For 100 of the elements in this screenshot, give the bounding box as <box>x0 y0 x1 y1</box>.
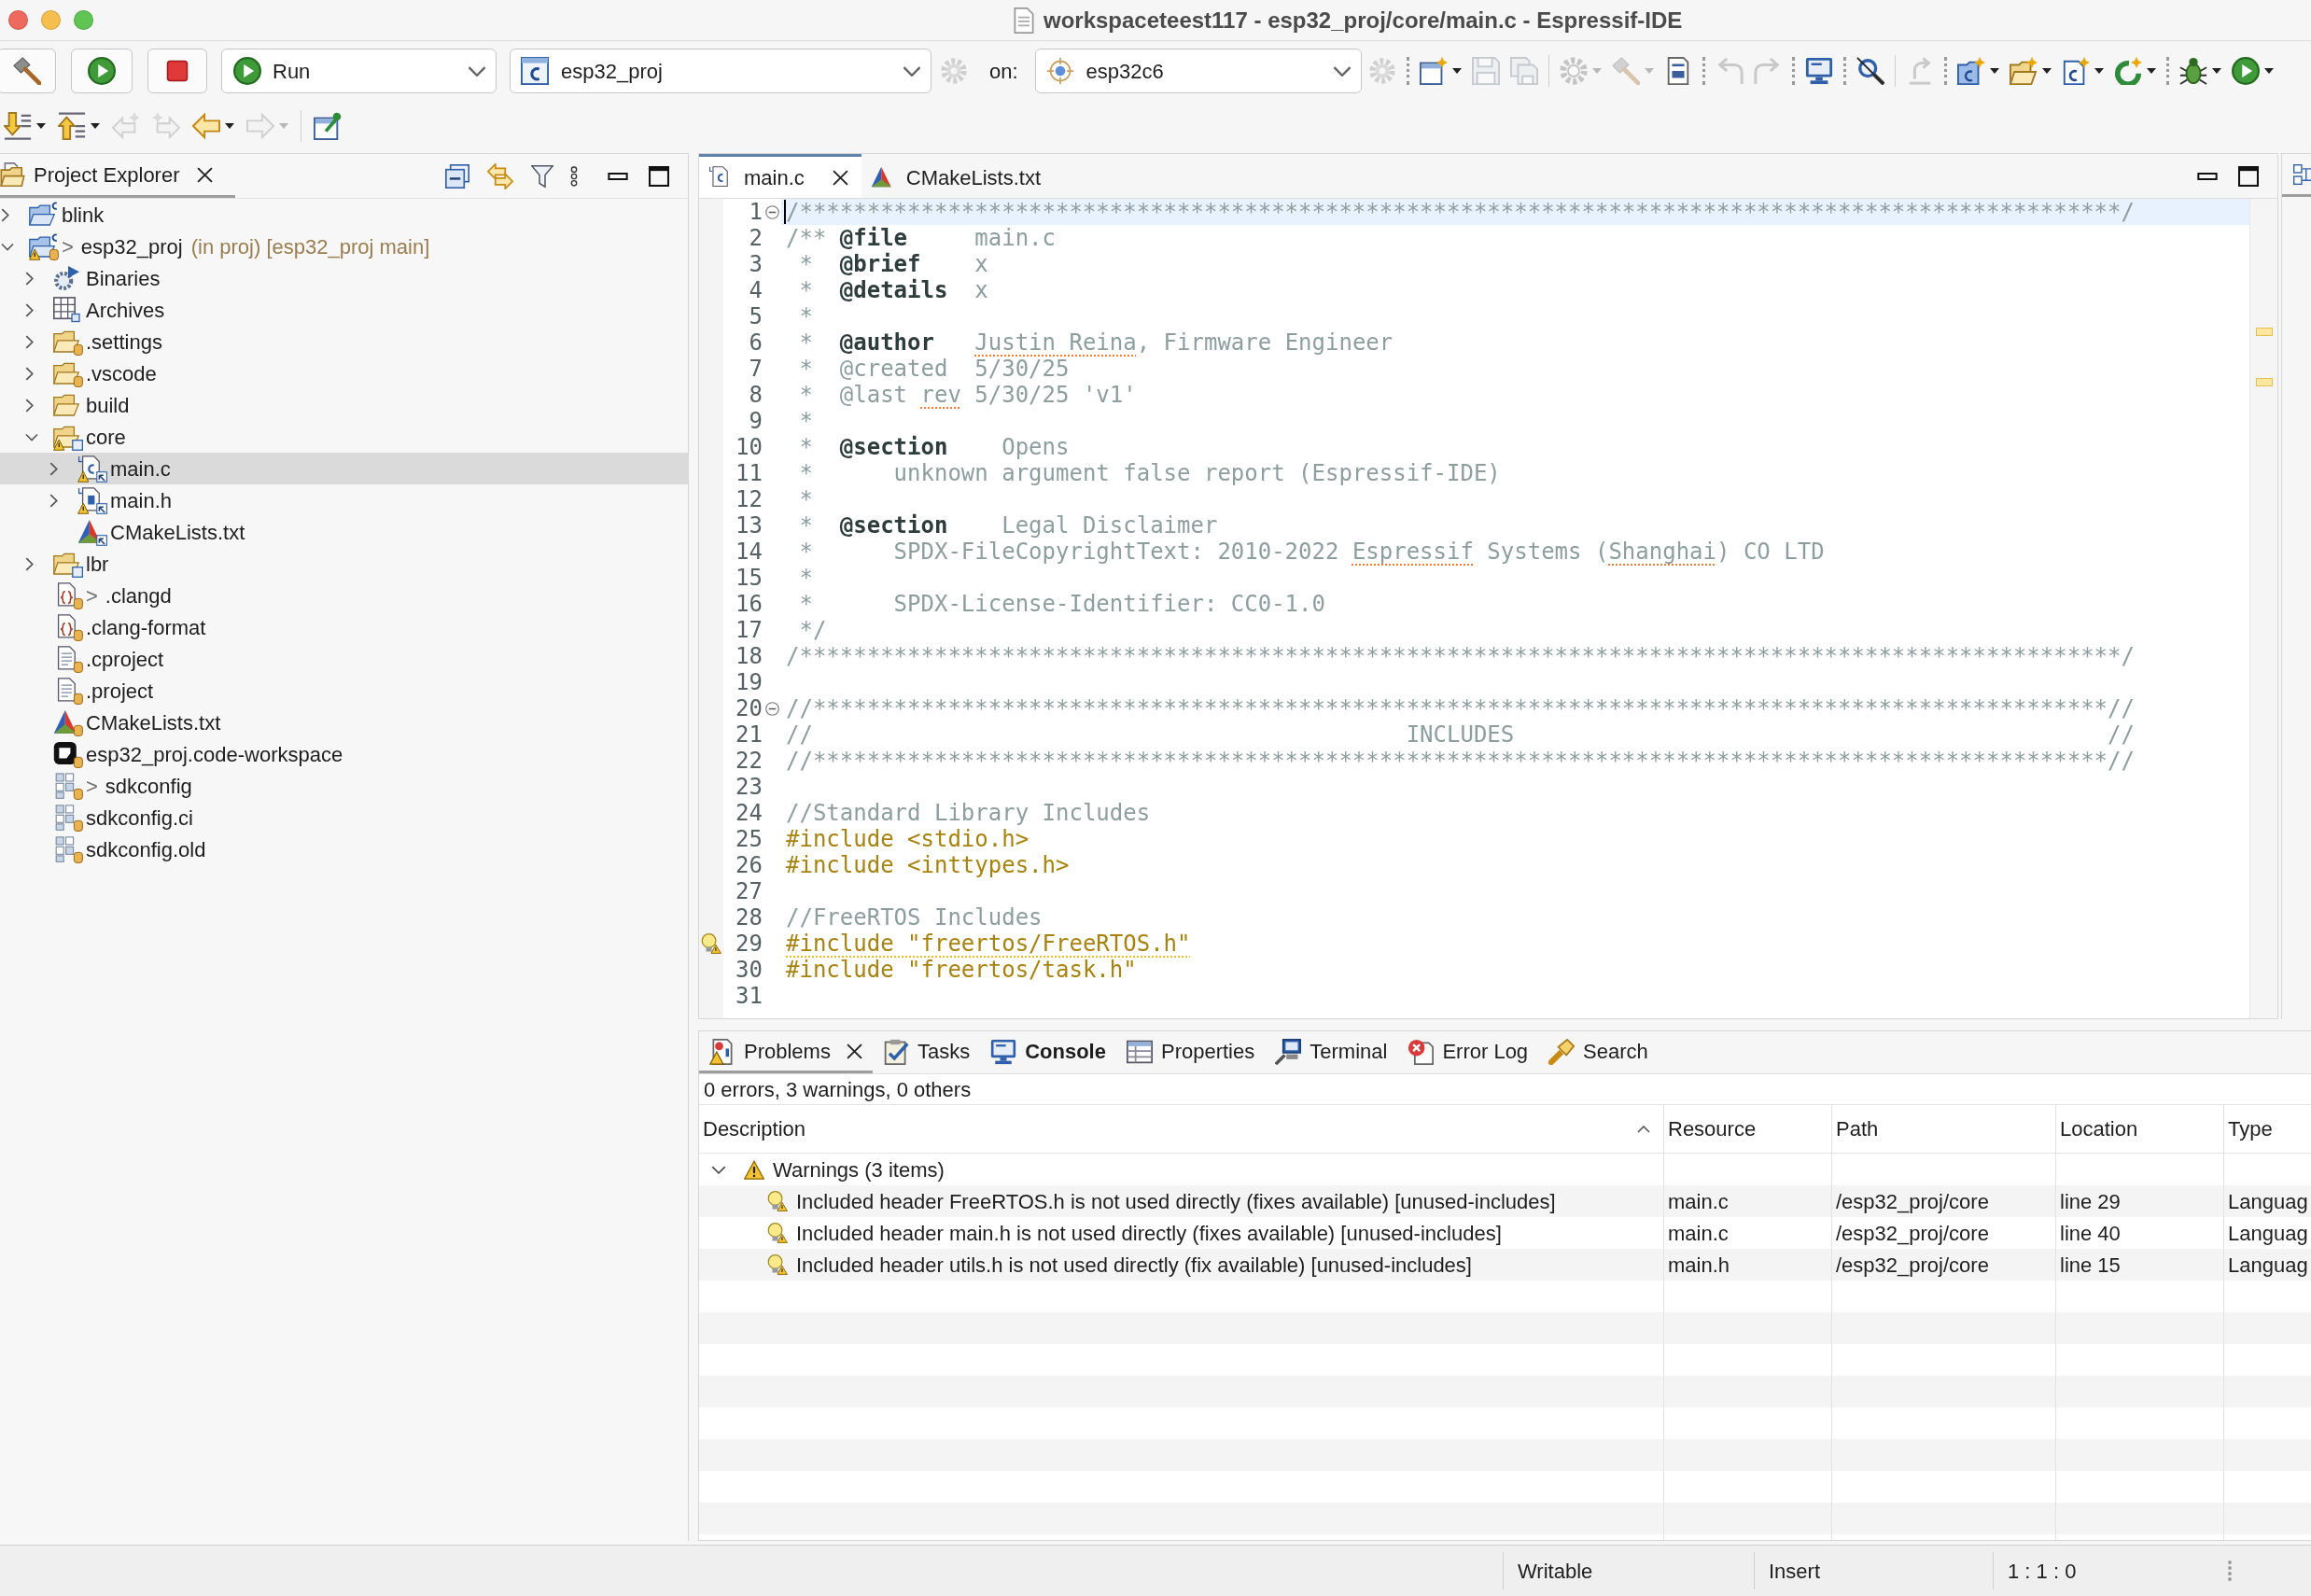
tree-item[interactable]: esp32_proj.code-workspace <box>0 738 347 770</box>
close-icon[interactable] <box>832 169 848 186</box>
tree-item[interactable]: CMakeLists.txt <box>0 516 249 548</box>
project-folder-icon[interactable] <box>1956 57 1985 85</box>
tree-item[interactable]: .project <box>0 675 158 707</box>
tab[interactable]: Error Log <box>1397 1032 1539 1073</box>
stop-button[interactable] <box>147 49 207 93</box>
arrow-left-icon[interactable] <box>192 112 220 140</box>
view-tab[interactable]: Project Explorer <box>0 154 235 198</box>
caret-down-icon[interactable] <box>1989 68 1999 74</box>
chevron-right-icon[interactable] <box>25 366 34 381</box>
column-header[interactable]: Type <box>2224 1105 2311 1153</box>
chevron-up-icon[interactable] <box>1637 1125 1650 1133</box>
tree-item[interactable]: Archives <box>0 294 169 326</box>
caret-down-icon[interactable] <box>1451 68 1462 74</box>
minimize-icon[interactable] <box>608 172 628 180</box>
filter-icon[interactable] <box>531 163 553 189</box>
outline-icon[interactable] <box>2293 162 2311 186</box>
maximize-icon[interactable] <box>2238 165 2259 187</box>
tree-item[interactable]: sdkconfig.old <box>0 833 210 865</box>
new-window-icon[interactable] <box>1419 57 1448 85</box>
caret-down-icon[interactable] <box>2041 68 2052 74</box>
chevron-right-icon[interactable] <box>25 556 34 571</box>
tab[interactable]: Tasks <box>872 1032 981 1073</box>
tab[interactable]: CMakeLists.txt <box>861 154 1055 198</box>
circular-arrow-icon[interactable] <box>2113 57 2142 85</box>
tree-item[interactable]: .settings <box>0 326 166 357</box>
column-header[interactable]: Description <box>699 1105 1664 1153</box>
arrow-down-icon[interactable] <box>4 112 32 140</box>
minus-circle-icon[interactable] <box>764 204 779 219</box>
caret-down-icon[interactable] <box>2146 68 2156 74</box>
tree-item[interactable]: sdkconfig.ci <box>0 802 197 833</box>
chevron-down-icon[interactable] <box>25 432 38 441</box>
tab[interactable]: main.c <box>699 154 861 198</box>
code-line: * @last rev 5/30/25 'v1' <box>798 382 1137 408</box>
pin-icon[interactable] <box>314 112 342 140</box>
chevron-right-icon[interactable] <box>25 302 34 317</box>
chevron-down-icon[interactable] <box>711 1165 726 1174</box>
tree-item[interactable]: core <box>0 421 130 453</box>
caret-down-icon[interactable] <box>91 123 100 129</box>
caret-down-icon[interactable] <box>2094 68 2104 74</box>
line-number: 16 <box>735 591 763 617</box>
folder-icon[interactable] <box>2009 57 2038 85</box>
chevron-right-icon[interactable] <box>25 334 34 349</box>
collapse-all-icon[interactable] <box>445 163 469 189</box>
caret-down-icon[interactable] <box>2211 68 2221 74</box>
bug-icon[interactable] <box>2178 57 2207 85</box>
c-file-icon[interactable] <box>2061 57 2090 85</box>
menu-icon[interactable] <box>570 165 578 187</box>
caret-down-icon[interactable] <box>2263 68 2274 74</box>
chevron-down-icon[interactable] <box>1 242 14 251</box>
tree-item[interactable]: .clang-format <box>0 611 210 643</box>
chevron-right-icon[interactable] <box>25 271 34 286</box>
arrow-up-icon[interactable] <box>58 112 86 140</box>
tab[interactable]: Problems <box>699 1032 873 1073</box>
monitor-icon[interactable] <box>1804 57 1833 85</box>
tab[interactable]: Properties <box>1115 1032 1266 1073</box>
line-number: 25 <box>735 826 763 852</box>
tab[interactable]: Search <box>1538 1032 1659 1073</box>
config-dropdown[interactable]: esp32_proj <box>510 49 931 93</box>
code-line: #include "freertos/task.h" <box>785 957 1137 983</box>
column-header[interactable]: Path <box>1832 1105 2056 1153</box>
minus-circle-icon[interactable] <box>764 701 779 716</box>
tab[interactable]: Terminal <box>1265 1032 1398 1073</box>
run-button[interactable] <box>71 49 133 93</box>
line-number: 12 <box>735 486 763 512</box>
chevron-right-icon[interactable] <box>49 461 58 476</box>
zoom-icon[interactable] <box>74 10 93 30</box>
chevron-right-icon[interactable] <box>49 493 58 508</box>
chevron-right-icon[interactable] <box>25 398 34 413</box>
column-header[interactable]: Location <box>2056 1105 2224 1153</box>
tab[interactable]: Console <box>980 1032 1116 1073</box>
close-icon[interactable] <box>196 166 213 183</box>
code-line: * <box>798 486 813 512</box>
tree-item[interactable]: .vscode <box>0 357 161 389</box>
build-button[interactable] <box>0 49 56 93</box>
chevron-right-icon[interactable] <box>1 207 9 222</box>
maximize-icon[interactable] <box>649 165 669 187</box>
close-icon[interactable] <box>846 1043 862 1059</box>
code-line: //Standard Library Includes <box>785 800 1151 826</box>
tree-item[interactable]: main.c <box>0 453 688 484</box>
tree-item[interactable]: > esp32_proj (in proj) [esp32_proj main] <box>0 231 434 262</box>
tree-item[interactable]: .cproject <box>0 643 168 675</box>
tree-item[interactable]: lbr <box>0 548 113 580</box>
play-icon[interactable] <box>2231 57 2260 85</box>
arrows-icon[interactable] <box>486 162 514 189</box>
target-dropdown[interactable]: esp32c6 <box>1034 49 1362 93</box>
tree-item[interactable]: Binaries <box>0 262 164 294</box>
tree-item[interactable]: CMakeLists.txt <box>0 707 225 738</box>
tree-item[interactable]: main.h <box>0 484 176 516</box>
column-header[interactable]: Resource <box>1664 1105 1832 1153</box>
minimize-icon[interactable] <box>2197 172 2218 180</box>
magnifier-icon[interactable] <box>1856 57 1884 85</box>
caret-down-icon[interactable] <box>36 123 46 129</box>
tree-item[interactable]: blink <box>0 199 108 231</box>
tree-item[interactable]: > sdkconfig <box>0 770 196 802</box>
mode-dropdown[interactable]: Run <box>221 49 497 93</box>
caret-down-icon[interactable] <box>225 123 234 129</box>
tree-item[interactable]: > .clangd <box>0 580 175 611</box>
tree-item[interactable]: build <box>0 389 133 421</box>
